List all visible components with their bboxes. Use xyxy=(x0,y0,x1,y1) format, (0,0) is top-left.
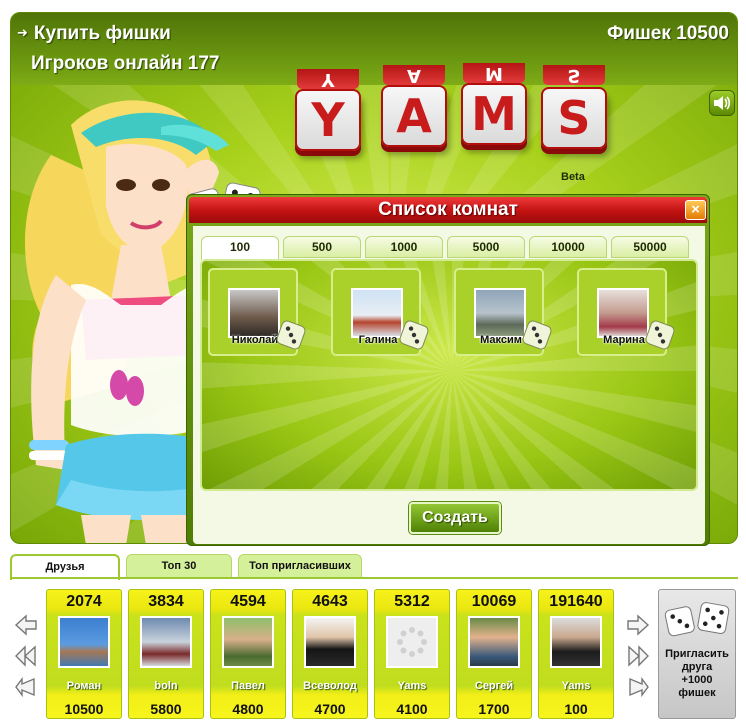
dice-icon xyxy=(276,320,306,350)
room-host-avatar xyxy=(228,288,280,338)
room-card[interactable]: Марина xyxy=(577,268,675,356)
invite-line: +1000 xyxy=(681,674,713,686)
tab-bet-10000[interactable]: 10000 xyxy=(529,236,607,258)
scroll-to-start-icon[interactable] xyxy=(14,676,38,698)
dice-icon xyxy=(664,602,730,637)
avatar xyxy=(468,616,520,668)
avatar xyxy=(58,616,110,668)
friend-chips: 1700 xyxy=(478,701,510,717)
create-room-button[interactable]: Создать xyxy=(409,502,501,534)
friend-name: Всеволод xyxy=(303,680,357,692)
online-players-count: Игроков онлайн 177 xyxy=(31,53,220,74)
room-host-avatar xyxy=(474,288,526,338)
avatar xyxy=(140,616,192,668)
logo-letter-m: M xyxy=(461,83,527,145)
arrow-right-icon: ➜ xyxy=(17,25,28,40)
room-list-dialog: Список комнат × 100 500 1000 5000 10000 … xyxy=(186,194,710,546)
loading-spinner-icon xyxy=(397,627,427,657)
logo-cube-top: S xyxy=(543,65,605,86)
scroll-to-end-icon[interactable] xyxy=(626,676,650,698)
page-left-icon[interactable] xyxy=(14,645,38,667)
avatar xyxy=(304,616,356,668)
friend-name: Роман xyxy=(66,680,102,692)
friend-card[interactable]: 3834 boln 5800 xyxy=(128,589,204,719)
buy-chips-link[interactable]: ➜ Купить фишки xyxy=(17,23,171,45)
friend-card[interactable]: 4643 Всеволод 4700 xyxy=(292,589,368,719)
friend-name: boln xyxy=(154,680,178,692)
friend-name: Yams xyxy=(397,680,427,692)
dialog-body: 100 500 1000 5000 10000 50000 Николай Га… xyxy=(193,226,705,544)
close-button[interactable]: × xyxy=(685,200,706,220)
friend-score: 5312 xyxy=(394,593,430,610)
friend-name: Yams xyxy=(561,680,591,692)
invite-line: друга xyxy=(681,661,713,673)
chips-balance: Фишек 10500 xyxy=(607,23,729,44)
tab-bet-100[interactable]: 100 xyxy=(201,236,279,260)
room-card[interactable]: Максим xyxy=(454,268,552,356)
dice-icon xyxy=(399,320,429,350)
logo-letter-y: Y xyxy=(295,89,361,151)
tab-top-inviters[interactable]: Топ пригласивших xyxy=(238,554,362,578)
invite-friend-card[interactable]: Пригласить друга +1000 фишек xyxy=(658,589,736,719)
friend-score: 4643 xyxy=(312,593,348,610)
tab-bet-500[interactable]: 500 xyxy=(283,236,361,258)
friend-score: 4594 xyxy=(230,593,266,610)
speaker-icon xyxy=(714,96,731,110)
room-card[interactable]: Галина xyxy=(331,268,429,356)
logo-letter-a: A xyxy=(381,85,447,147)
friend-name: Сергей xyxy=(474,680,514,692)
avatar xyxy=(386,616,438,668)
avatar xyxy=(550,616,602,668)
friend-chips: 10500 xyxy=(64,701,104,717)
dice-icon xyxy=(645,320,675,350)
avatar xyxy=(222,616,274,668)
invite-line: фишек xyxy=(678,687,716,699)
logo-letter-s: S xyxy=(541,87,607,149)
room-host-avatar xyxy=(351,288,403,338)
room-host-avatar xyxy=(597,288,649,338)
buy-chips-label: Купить фишки xyxy=(33,23,171,44)
friend-card[interactable]: 10069 Сергей 1700 xyxy=(456,589,532,719)
friend-card[interactable]: 5312 Yams 4100 xyxy=(374,589,450,719)
friend-score: 3834 xyxy=(148,593,184,610)
beta-label: Beta xyxy=(561,171,585,183)
dialog-header: Список комнат × xyxy=(189,197,707,223)
friend-chips: 4700 xyxy=(314,701,346,717)
invite-line: Пригласить xyxy=(665,648,729,660)
scroll-left-icon[interactable] xyxy=(14,614,38,636)
dice-icon xyxy=(522,320,552,350)
friend-chips: 5800 xyxy=(150,701,182,717)
tabs-divider xyxy=(10,577,738,579)
logo-cube-top: A xyxy=(383,65,445,86)
rooms-panel: Николай Галина Максим Марина xyxy=(200,259,698,491)
friend-chips: 4100 xyxy=(396,701,428,717)
friend-card[interactable]: 191640 Yams 100 xyxy=(538,589,614,719)
tab-bet-50000[interactable]: 50000 xyxy=(611,236,689,258)
logo-cube-top: M xyxy=(463,63,525,84)
friend-score: 10069 xyxy=(471,593,517,610)
tab-top-30[interactable]: Топ 30 xyxy=(126,554,232,578)
friend-score: 2074 xyxy=(66,593,102,610)
page-right-icon[interactable] xyxy=(626,645,650,667)
dialog-title: Список комнат xyxy=(378,199,518,220)
friend-chips: 100 xyxy=(564,701,588,717)
scroll-right-icon[interactable] xyxy=(626,614,650,636)
invite-text: Пригласить друга +1000 фишек xyxy=(659,648,735,700)
tab-bet-1000[interactable]: 1000 xyxy=(365,236,443,258)
tab-bet-5000[interactable]: 5000 xyxy=(447,236,525,258)
friend-card[interactable]: 4594 Павел 4800 xyxy=(210,589,286,719)
friend-chips: 4800 xyxy=(232,701,264,717)
friend-card[interactable]: 2074 Роман 10500 xyxy=(46,589,122,719)
room-card[interactable]: Николай xyxy=(208,268,306,356)
friend-score: 191640 xyxy=(549,593,603,610)
sound-toggle-button[interactable] xyxy=(709,90,735,116)
logo-cube-top: Y xyxy=(297,69,359,90)
friend-name: Павел xyxy=(231,680,265,692)
